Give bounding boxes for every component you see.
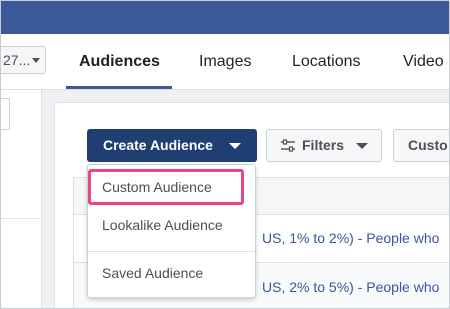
highlight-box [88, 169, 244, 205]
caret-down-icon [32, 58, 40, 63]
menu-item-saved-audience[interactable]: Saved Audience [88, 257, 255, 289]
tab-locations[interactable]: Locations [292, 53, 361, 71]
filter-sliders-icon [281, 139, 295, 152]
active-tab-indicator [66, 86, 172, 89]
rail-control[interactable] [0, 98, 10, 130]
tab-images[interactable]: Images [199, 53, 251, 71]
caret-down-icon [356, 143, 368, 149]
customize-columns-button[interactable]: Custo [393, 129, 450, 162]
filters-label: Filters [302, 137, 345, 153]
audience-name-link[interactable]: US, 1% to 2%) - People who [262, 230, 439, 246]
menu-item-lookalike-audience[interactable]: Lookalike Audience [88, 209, 255, 241]
account-selector-value: 27... [3, 52, 31, 68]
customize-label: Custo [408, 137, 448, 153]
audience-name-link[interactable]: US, 2% to 5%) - People who [262, 279, 439, 295]
top-bar [0, 0, 450, 34]
left-rail [0, 90, 42, 309]
create-audience-label: Create Audience [103, 137, 213, 153]
caret-down-icon [229, 143, 241, 149]
nav-row: 27... Audiences Images Locations Video [0, 34, 450, 90]
tab-audiences[interactable]: Audiences [79, 53, 160, 71]
filters-button[interactable]: Filters [266, 129, 382, 162]
menu-divider [88, 251, 255, 252]
account-selector[interactable]: 27... [0, 46, 46, 74]
create-audience-button[interactable]: Create Audience [87, 129, 257, 162]
app-frame: 27... Audiences Images Locations Video C… [0, 0, 450, 309]
tab-video[interactable]: Video [403, 53, 444, 71]
rail-divider [0, 218, 42, 219]
